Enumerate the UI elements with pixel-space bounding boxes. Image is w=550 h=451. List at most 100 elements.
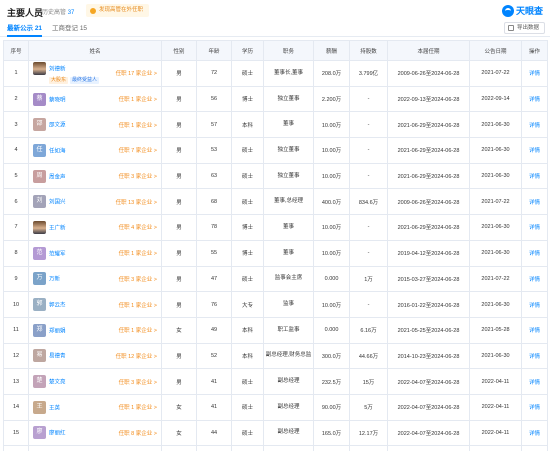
avatar[interactable]: 任 xyxy=(33,143,46,157)
details-link[interactable]: 详情 xyxy=(521,265,548,293)
tab-latest[interactable]: 最新公示 21 xyxy=(7,23,43,37)
avatar[interactable]: 廖 xyxy=(33,426,46,440)
table-row: 11 郑郑丽娟 任职 1 家企业 > 女 49 本科 职工监事 0.000 6.16万 2021-… xyxy=(3,316,548,344)
tab-registration[interactable]: 工商登记 15 xyxy=(52,23,87,35)
avatar[interactable]: 易 xyxy=(33,349,46,363)
position-cell: 董事 xyxy=(263,214,314,241)
person-name-link[interactable]: 王广新 xyxy=(49,225,66,231)
avatar[interactable]: 周 xyxy=(33,169,46,183)
details-link[interactable]: 详情 xyxy=(521,162,548,190)
term-cell: 2021-06-29至2024-06-28 xyxy=(387,137,470,164)
associated-companies-link[interactable]: 任职 3 家企业 > xyxy=(119,378,157,386)
details-link[interactable]: 详情 xyxy=(521,85,548,113)
associated-companies-link[interactable]: 任职 7 家企业 > xyxy=(119,146,157,154)
row-number: 4 xyxy=(3,137,29,164)
avatar[interactable] xyxy=(33,62,46,76)
table-row: 3 邵邵文源 任职 1 家企业 > 男 57 本科 董事 10.00万 -2021-06-29至… xyxy=(3,111,548,139)
associated-companies-link[interactable]: 任职 17 家企业 > xyxy=(116,69,157,77)
associated-companies-link[interactable]: 任职 3 家企业 > xyxy=(119,172,157,180)
details-link[interactable]: 详情 xyxy=(521,291,548,318)
details-link[interactable]: 详情 xyxy=(521,214,548,241)
education-cell: 硕士 xyxy=(231,188,264,216)
table-row: 12 易易德青 任职 12 家企业 > 男 52 本科 副总经理,财务总监 300.0万 44.… xyxy=(3,342,548,370)
person-name-link[interactable]: 任如海 xyxy=(49,148,66,154)
person-name-link[interactable]: 廖丽红 xyxy=(49,431,66,437)
table-row: 7 王广新 任职 4 家企业 > 男 78 博士 董事 10.00万 -2021-06-29至2… xyxy=(3,214,548,241)
associated-companies-link[interactable]: 任职 13 家企业 > xyxy=(116,198,157,206)
export-button[interactable]: 导出数据 xyxy=(503,22,545,34)
person-name-link[interactable]: 刘德新 xyxy=(49,67,66,73)
shares-cell: - xyxy=(349,85,388,113)
age-cell: 63 xyxy=(196,162,232,190)
column-header-term: 本届任期 xyxy=(387,40,470,61)
associated-companies-link[interactable]: 任职 12 家企业 > xyxy=(116,352,157,360)
details-link[interactable]: 详情 xyxy=(521,368,548,395)
avatar[interactable]: 王 xyxy=(33,400,46,414)
details-link[interactable]: 详情 xyxy=(521,419,548,447)
term-cell: 2021-06-29至2024-06-28 xyxy=(387,162,470,190)
associated-companies-link[interactable]: 任职 1 家企业 > xyxy=(119,301,157,309)
person-name-link[interactable]: 郭云杰 xyxy=(49,303,66,309)
person-name-link[interactable]: 周金声 xyxy=(49,174,66,180)
associated-companies-link[interactable]: 任职 1 家企业 > xyxy=(119,326,157,334)
table-row: 14 王王英 任职 1 家企业 > 女 41 硕士 副总经理 90.00万 5万 2022-04-… xyxy=(3,393,548,421)
person-name-link[interactable]: 邵文源 xyxy=(49,123,66,129)
education-cell: 硕士 xyxy=(231,60,264,87)
age-cell: 56 xyxy=(196,85,232,113)
history-executives-link[interactable]: 历史高管 37 xyxy=(42,7,74,16)
details-link[interactable]: 详情 xyxy=(521,137,548,164)
associated-companies-link[interactable]: 任职 3 家企业 > xyxy=(119,275,157,283)
avatar[interactable]: 郑 xyxy=(33,323,46,337)
associated-companies-link[interactable]: 任职 8 家企业 > xyxy=(119,429,157,437)
avatar[interactable]: 万 xyxy=(33,272,46,286)
associated-companies-link[interactable]: 任职 1 家企业 > xyxy=(119,95,157,103)
age-cell: 43 xyxy=(196,445,232,451)
details-link[interactable]: 详情 xyxy=(521,111,548,139)
announce-date-cell: 2021-05-28 xyxy=(469,316,522,344)
person-name-link[interactable]: 蔡晓明 xyxy=(49,97,66,103)
age-cell: 41 xyxy=(196,368,232,395)
person-name-link[interactable]: 易德青 xyxy=(49,354,66,360)
shares-cell: - xyxy=(349,162,388,190)
avatar[interactable] xyxy=(33,220,46,234)
gender-cell: 男 xyxy=(161,445,197,451)
shares-cell: 834.6万 xyxy=(349,188,388,216)
executive-outside-badge[interactable]: 发现高管在外任职 xyxy=(86,4,150,17)
position-cell: 董事长,董事 xyxy=(263,60,314,87)
avatar[interactable]: 郭 xyxy=(33,298,46,312)
details-link[interactable]: 详情 xyxy=(521,239,548,267)
details-link[interactable]: 详情 xyxy=(521,342,548,370)
avatar[interactable]: 邵 xyxy=(33,118,46,132)
associated-companies-link[interactable]: 任职 4 家企业 > xyxy=(119,223,157,231)
salary-cell: 0.000 xyxy=(313,265,350,293)
details-link[interactable]: 详情 xyxy=(521,445,548,451)
person-name-link[interactable]: 郑丽娟 xyxy=(49,328,66,334)
person-name-link[interactable]: 刘国兴 xyxy=(49,200,66,206)
avatar[interactable]: 刘 xyxy=(33,195,46,209)
announce-date-cell: 2021-06-30 xyxy=(469,111,522,139)
row-number: 1 xyxy=(3,60,29,87)
associated-companies-link[interactable]: 任职 1 家企业 > xyxy=(119,403,157,411)
person-name-link[interactable]: 范耀军 xyxy=(49,251,66,257)
age-cell: 78 xyxy=(196,214,232,241)
details-link[interactable]: 详情 xyxy=(521,188,548,216)
avatar[interactable]: 范 xyxy=(33,246,46,260)
export-icon xyxy=(507,25,514,31)
details-link[interactable]: 详情 xyxy=(521,316,548,344)
shares-cell: - xyxy=(349,291,388,318)
details-link[interactable]: 详情 xyxy=(521,393,548,421)
salary-cell: 200.0万 xyxy=(313,445,350,451)
person-tag: 大股东 xyxy=(49,77,69,85)
person-name-link[interactable]: 王英 xyxy=(49,405,60,411)
term-cell: 2021-06-29至2024-06-28 xyxy=(387,214,470,241)
person-name-link[interactable]: 楚文亮 xyxy=(49,380,66,386)
position-cell: 监事 xyxy=(263,291,314,318)
person-name-link[interactable]: 万新 xyxy=(49,277,60,283)
details-link[interactable]: 详情 xyxy=(521,60,548,87)
personnel-table: 序号 姓名 性别 年龄 学历 职务 薪酬 持股数 本届任期 公告日期 操作 1 刘德新 大股东 最终受益人… xyxy=(3,40,548,451)
avatar[interactable]: 楚 xyxy=(33,375,46,389)
avatar[interactable]: 蔡 xyxy=(33,92,46,106)
associated-companies-link[interactable]: 任职 1 家企业 > xyxy=(119,249,157,257)
position-cell: 董事 xyxy=(263,239,314,267)
associated-companies-link[interactable]: 任职 1 家企业 > xyxy=(119,121,157,129)
